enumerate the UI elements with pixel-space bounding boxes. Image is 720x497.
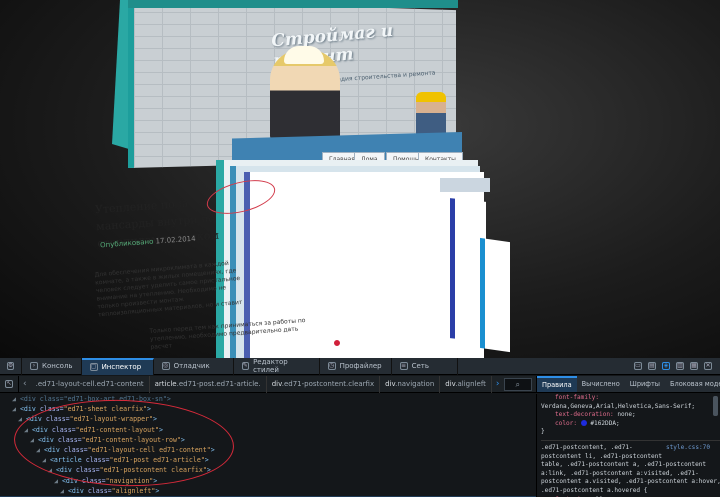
- sidebar-panel-inner: [480, 237, 510, 353]
- breadcrumb-class: .ed71-layout-cell.ed71-content: [35, 379, 144, 388]
- breadcrumb-item[interactable]: div.alignleft: [440, 375, 492, 393]
- breadcrumb-class: .ed71-post.ed71-article.: [176, 379, 261, 388]
- breadcrumb-tag: div: [385, 379, 396, 388]
- tab-label: Профайлер: [339, 362, 382, 370]
- tab-fonts[interactable]: Шрифты: [625, 376, 665, 392]
- tab-profiler[interactable]: ◷ Профайлер: [320, 357, 392, 375]
- tab-label: Консоль: [42, 362, 73, 370]
- breadcrumb-back-icon[interactable]: ‹: [19, 379, 31, 389]
- breadcrumb-class: .alignleft: [455, 379, 486, 388]
- style-editor-icon: ✎: [241, 362, 250, 370]
- inspector-icon: ▢: [89, 363, 98, 371]
- devtools-toolbar: ⚙ › Консоль ▢ Инспектор ◎ Отладчик ✎ Ред…: [0, 357, 720, 375]
- wall-top-edge: [128, 0, 458, 8]
- css-declaration[interactable]: color: #162DDA;: [541, 419, 720, 429]
- breadcrumb-item[interactable]: div.ed71-postcontent.clearfix: [267, 375, 381, 393]
- pin-icon: [332, 338, 342, 348]
- css-selector[interactable]: .ed71-postcontent a.hovered {: [541, 487, 720, 496]
- breadcrumb-class: .navigation: [395, 379, 435, 388]
- header-photo-woman: [270, 46, 340, 140]
- breadcrumb-item[interactable]: div.navigation: [380, 375, 441, 393]
- tab-debugger[interactable]: ◎ Отладчик: [154, 357, 234, 375]
- tab-label: Редактор стилей: [253, 358, 288, 374]
- css-selector[interactable]: postcontent li, .ed71-postcontent: [541, 453, 720, 462]
- css-selector[interactable]: a:link, .ed71-postcontent a:visited, .ed…: [541, 470, 720, 479]
- tab-inspector[interactable]: ▢ Инспектор: [81, 357, 154, 375]
- rules-view[interactable]: font-family: Verdana,Geneva,Arial,Helvet…: [536, 394, 720, 497]
- expand-toggle-icon: ◢: [12, 395, 20, 403]
- screenshot-icon[interactable]: ▦: [690, 362, 698, 370]
- breadcrumb: ↖ ‹ .ed71-layout-cell.ed71-content artic…: [0, 375, 536, 393]
- css-selector[interactable]: table, .ed71-postcontent a, .ed71-postco…: [541, 461, 720, 470]
- responsive-icon[interactable]: ▥: [676, 362, 684, 370]
- profiler-icon: ◷: [327, 362, 336, 370]
- pick-element-button[interactable]: ↖: [0, 375, 19, 393]
- tab-label: Сеть: [411, 362, 429, 370]
- tab-network[interactable]: ≡ Сеть: [392, 357, 458, 375]
- rules-scrollbar[interactable]: [713, 396, 718, 416]
- breadcrumb-tag: div: [271, 379, 282, 388]
- tab-label: Инспектор: [101, 363, 142, 371]
- close-icon[interactable]: ✕: [704, 362, 712, 370]
- toolbar-right-icons: ▭ ▤ ◈ ▥ ▦ ✕: [634, 362, 720, 370]
- gear-icon: ⚙: [6, 362, 15, 370]
- css-selector[interactable]: style.css:70 .ed71-postcontent, .ed71-: [541, 444, 720, 453]
- css-declaration[interactable]: Verdana,Geneva,Arial,Helvetica,Sans-Seri…: [541, 403, 720, 412]
- tab-console[interactable]: › Консоль: [22, 357, 82, 375]
- breadcrumb-class: .ed71-postcontent.clearfix: [281, 379, 375, 388]
- css-declaration[interactable]: font-family:: [541, 394, 720, 403]
- dock-icon[interactable]: ▭: [634, 362, 642, 370]
- breadcrumb-tag: article: [154, 379, 177, 388]
- rule-block: style.css:70 .ed71-postcontent, .ed71- pos…: [541, 444, 720, 497]
- stylesheet-link: style.css:70: [665, 443, 710, 451]
- tab-style-editor[interactable]: ✎ Редактор стилей: [234, 357, 320, 375]
- expand-toggle-icon: ◢: [12, 405, 20, 414]
- breadcrumb-item[interactable]: article.ed71-post.ed71-article.: [150, 375, 267, 393]
- tab-computed[interactable]: Вычислено: [577, 376, 625, 392]
- network-icon: ≡: [399, 362, 408, 370]
- rule-divider: [541, 437, 720, 441]
- search-input[interactable]: ⌕: [503, 377, 532, 391]
- side-panel-top: [440, 178, 490, 192]
- markup-node[interactable]: ◢ <div class="alignleft">: [0, 486, 536, 496]
- css-selector[interactable]: postcontent a.visited, .ed71-postcontent…: [541, 478, 720, 487]
- sidebar-tabs: Правила Вычислено Шрифты Блоковая модель: [536, 376, 720, 393]
- expand-toggle-icon: ◢: [54, 476, 62, 485]
- markup-view[interactable]: ◢ <div class="ed71-box-art ed71-box-sn">…: [0, 394, 536, 497]
- 3d-page-view: Строймаг и ремонт Энциклопедия строитель…: [0, 0, 720, 358]
- rule-block: font-family: Verdana,Geneva,Arial,Helvet…: [541, 394, 720, 437]
- 3d-view-icon[interactable]: ◈: [662, 362, 670, 370]
- breadcrumb-tag: div: [445, 379, 456, 388]
- devtools-settings[interactable]: ⚙: [0, 357, 22, 375]
- color-swatch-icon: [580, 419, 587, 426]
- console-icon: ›: [30, 362, 38, 370]
- tab-rules[interactable]: Правила: [537, 376, 577, 392]
- tab-box-model[interactable]: Блоковая модель: [665, 376, 720, 392]
- search-icon: ⌕: [515, 379, 520, 389]
- cursor-pick-icon: ↖: [4, 380, 13, 388]
- split-console-icon[interactable]: ▤: [648, 362, 656, 370]
- breadcrumb-item[interactable]: .ed71-layout-cell.ed71-content: [31, 375, 150, 393]
- breadcrumb-forward-icon[interactable]: ›: [492, 379, 504, 389]
- css-declaration[interactable]: text-decoration: none;: [541, 411, 720, 420]
- tab-label: Отладчик: [173, 362, 210, 370]
- devtools-panel: ⚙ › Консоль ▢ Инспектор ◎ Отладчик ✎ Ред…: [0, 357, 720, 497]
- debugger-icon: ◎: [161, 362, 170, 370]
- expand-toggle-icon: ◢: [60, 486, 68, 495]
